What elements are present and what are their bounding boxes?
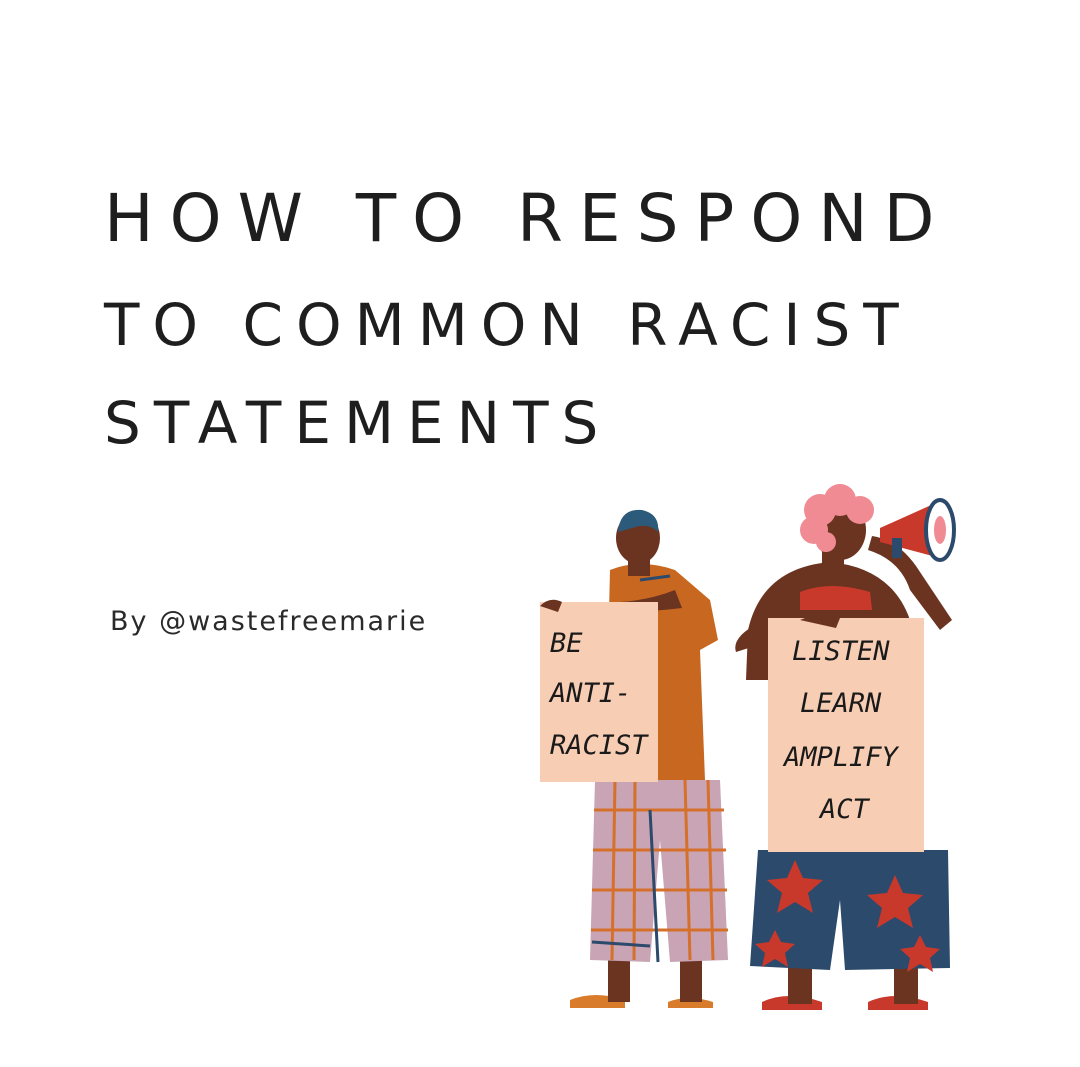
star-pants bbox=[750, 850, 950, 972]
author-byline: By @wastefreemarie bbox=[110, 606, 428, 637]
right-sign-line-4: ACT bbox=[818, 794, 871, 825]
right-sign-line-3: AMPLIFY bbox=[782, 742, 900, 773]
title-line-1: HOW TO RESPOND bbox=[104, 180, 951, 257]
left-sign-line-1: BE bbox=[550, 628, 583, 659]
left-person: BE ANTI- RACIST bbox=[540, 509, 728, 1008]
left-sign-line-2: ANTI- bbox=[548, 678, 631, 709]
right-sign-line-2: LEARN bbox=[800, 688, 882, 719]
title-line-2: TO COMMON RACIST bbox=[104, 291, 912, 359]
plaid-pants bbox=[590, 779, 728, 963]
protesters-illustration: BE ANTI- RACIST LISTEN LEARN AMPLIFY ACT bbox=[540, 484, 956, 1010]
left-sign-line-3: RACIST bbox=[550, 730, 649, 761]
title-line-3: STATEMENTS bbox=[104, 389, 612, 457]
right-sign-line-1: LISTEN bbox=[792, 636, 890, 667]
right-person: LISTEN LEARN AMPLIFY ACT bbox=[735, 484, 956, 1010]
